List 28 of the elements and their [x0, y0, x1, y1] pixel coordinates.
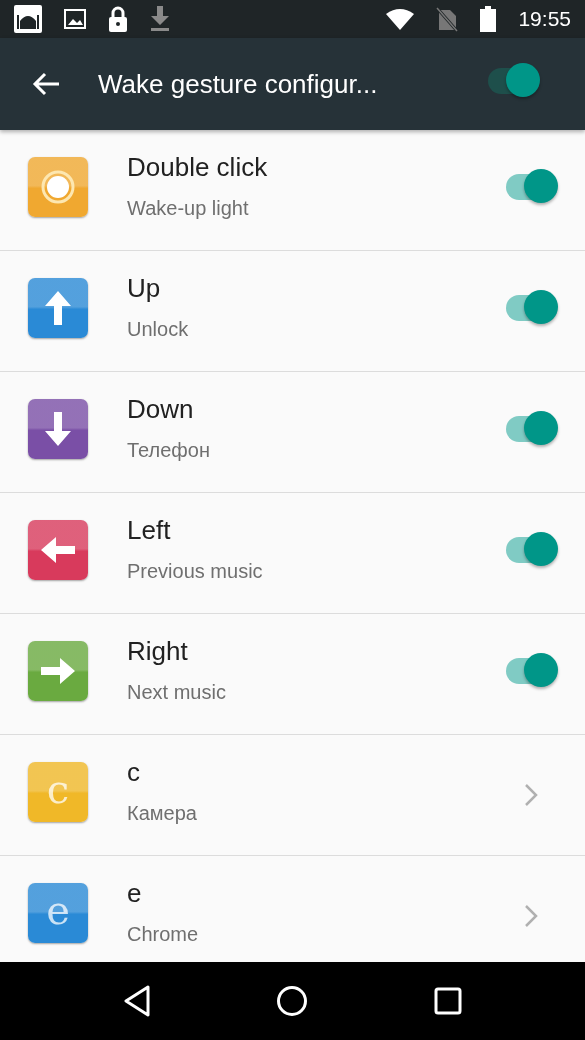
lock-icon [108, 6, 128, 32]
back-nav-button[interactable] [122, 985, 151, 1017]
gesture-action: Previous music [127, 560, 264, 583]
gesture-title: Double click [127, 152, 269, 183]
gesture-title: e [127, 878, 143, 909]
gesture-action: Chrome [127, 923, 200, 946]
wifi-icon [386, 8, 415, 30]
screen-title: Wake gesture configur... [98, 68, 379, 100]
gesture-title: Up [127, 273, 162, 304]
letter-icon: e [28, 883, 88, 943]
gesture-action: Камера [127, 802, 198, 825]
gesture-action: Next music [127, 681, 227, 704]
home-nav-button[interactable] [276, 985, 309, 1017]
battery-icon [480, 6, 497, 32]
clock-time: 19:55 [518, 7, 571, 31]
recents-nav-button[interactable] [434, 987, 463, 1015]
download-icon [150, 6, 170, 32]
gesture-title: Down [127, 394, 195, 425]
mosque-icon [14, 5, 42, 33]
gesture-title: c [127, 757, 141, 788]
letter-icon: c [28, 762, 88, 822]
image-icon [64, 9, 86, 29]
no-sim-icon [436, 6, 459, 32]
gesture-title: Left [127, 515, 172, 546]
gesture-title: Right [127, 636, 189, 667]
gesture-action: Unlock [127, 318, 190, 341]
gesture-action: Телефон [127, 439, 211, 462]
gesture-action: Wake-up light [127, 197, 250, 220]
